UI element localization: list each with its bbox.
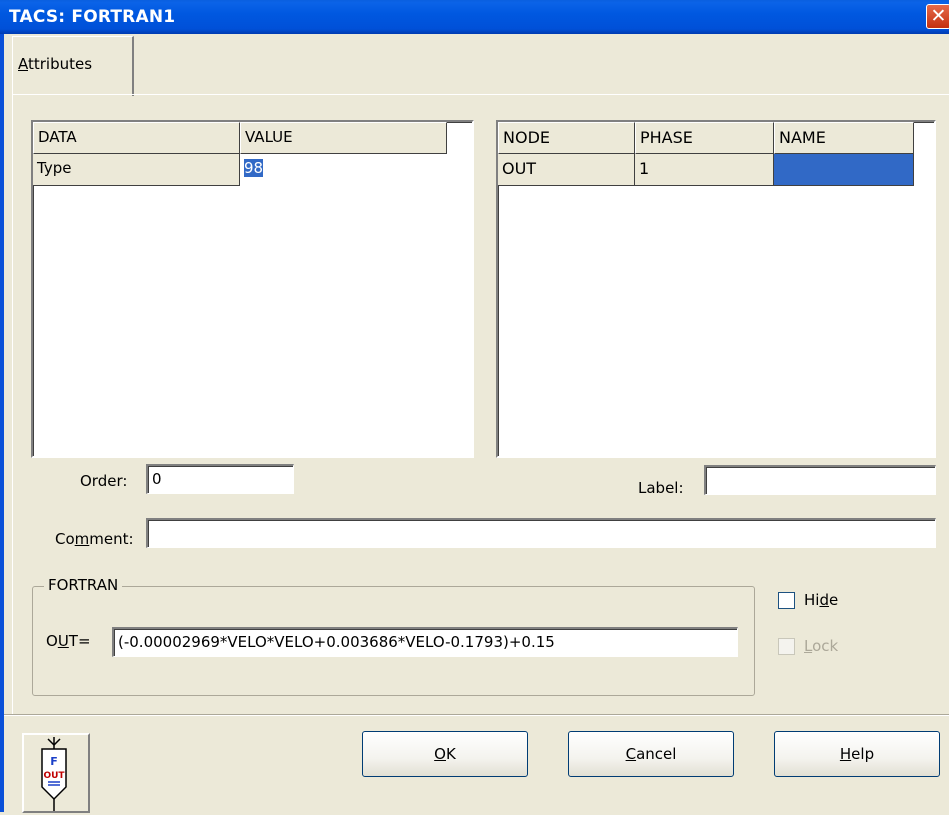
ok-button[interactable]: OK [362, 731, 528, 777]
node-grid[interactable]: NODE PHASE NAME OUT 1 [496, 120, 936, 458]
column-header-name[interactable]: NAME [774, 122, 914, 154]
order-input[interactable]: 0 [146, 464, 294, 494]
label-field-label: Label: [638, 479, 684, 497]
window-border [0, 34, 4, 812]
close-icon: ✕ [930, 5, 947, 27]
fortran-component-icon: F OUT [41, 737, 67, 811]
close-button[interactable]: ✕ [926, 4, 949, 29]
fortran-group-title: FORTRAN [44, 576, 123, 594]
cancel-button[interactable]: Cancel [568, 731, 734, 777]
lock-checkbox[interactable] [778, 638, 795, 655]
column-header-phase[interactable]: PHASE [635, 122, 774, 154]
column-header-value[interactable]: VALUE [240, 122, 447, 154]
lock-label: Lock [804, 637, 839, 655]
selected-value-text: 98 [244, 159, 264, 177]
comment-label: Comment: [55, 530, 134, 548]
help-button[interactable]: Help [774, 731, 940, 777]
title-bar[interactable]: TACS: FORTRAN1 ✕ [0, 0, 949, 34]
icon-mid-text: OUT [43, 771, 65, 781]
cell-phase: 1 [635, 154, 774, 186]
cell-name-selected[interactable] [774, 154, 914, 186]
tab-label-accel: A [18, 55, 28, 73]
window-title: TACS: FORTRAN1 [9, 7, 176, 27]
out-label: OUT= [46, 632, 91, 650]
data-grid[interactable]: DATA VALUE Type 98 [31, 120, 474, 458]
fortran-expression-input[interactable]: (-0.00002969*VELO*VELO+0.003686*VELO-0.1… [112, 627, 738, 657]
cell-data-type: Type [33, 154, 240, 186]
label-input[interactable] [704, 465, 936, 495]
bottom-separator [4, 714, 949, 716]
column-header-node[interactable]: NODE [498, 122, 635, 154]
hide-label[interactable]: Hide [804, 591, 838, 609]
hide-checkbox[interactable] [778, 592, 795, 609]
cell-value-type-input[interactable]: 98 [240, 154, 447, 186]
icon-top-text: F [50, 755, 58, 768]
cell-node-out: OUT [498, 154, 635, 186]
comment-input[interactable] [146, 518, 936, 548]
tab-attributes[interactable]: Attributes [12, 36, 134, 96]
order-label: Order: [80, 472, 128, 490]
component-icon-frame: F OUT [22, 733, 90, 813]
tab-label: ttributes [28, 55, 93, 73]
column-header-data[interactable]: DATA [33, 122, 240, 154]
